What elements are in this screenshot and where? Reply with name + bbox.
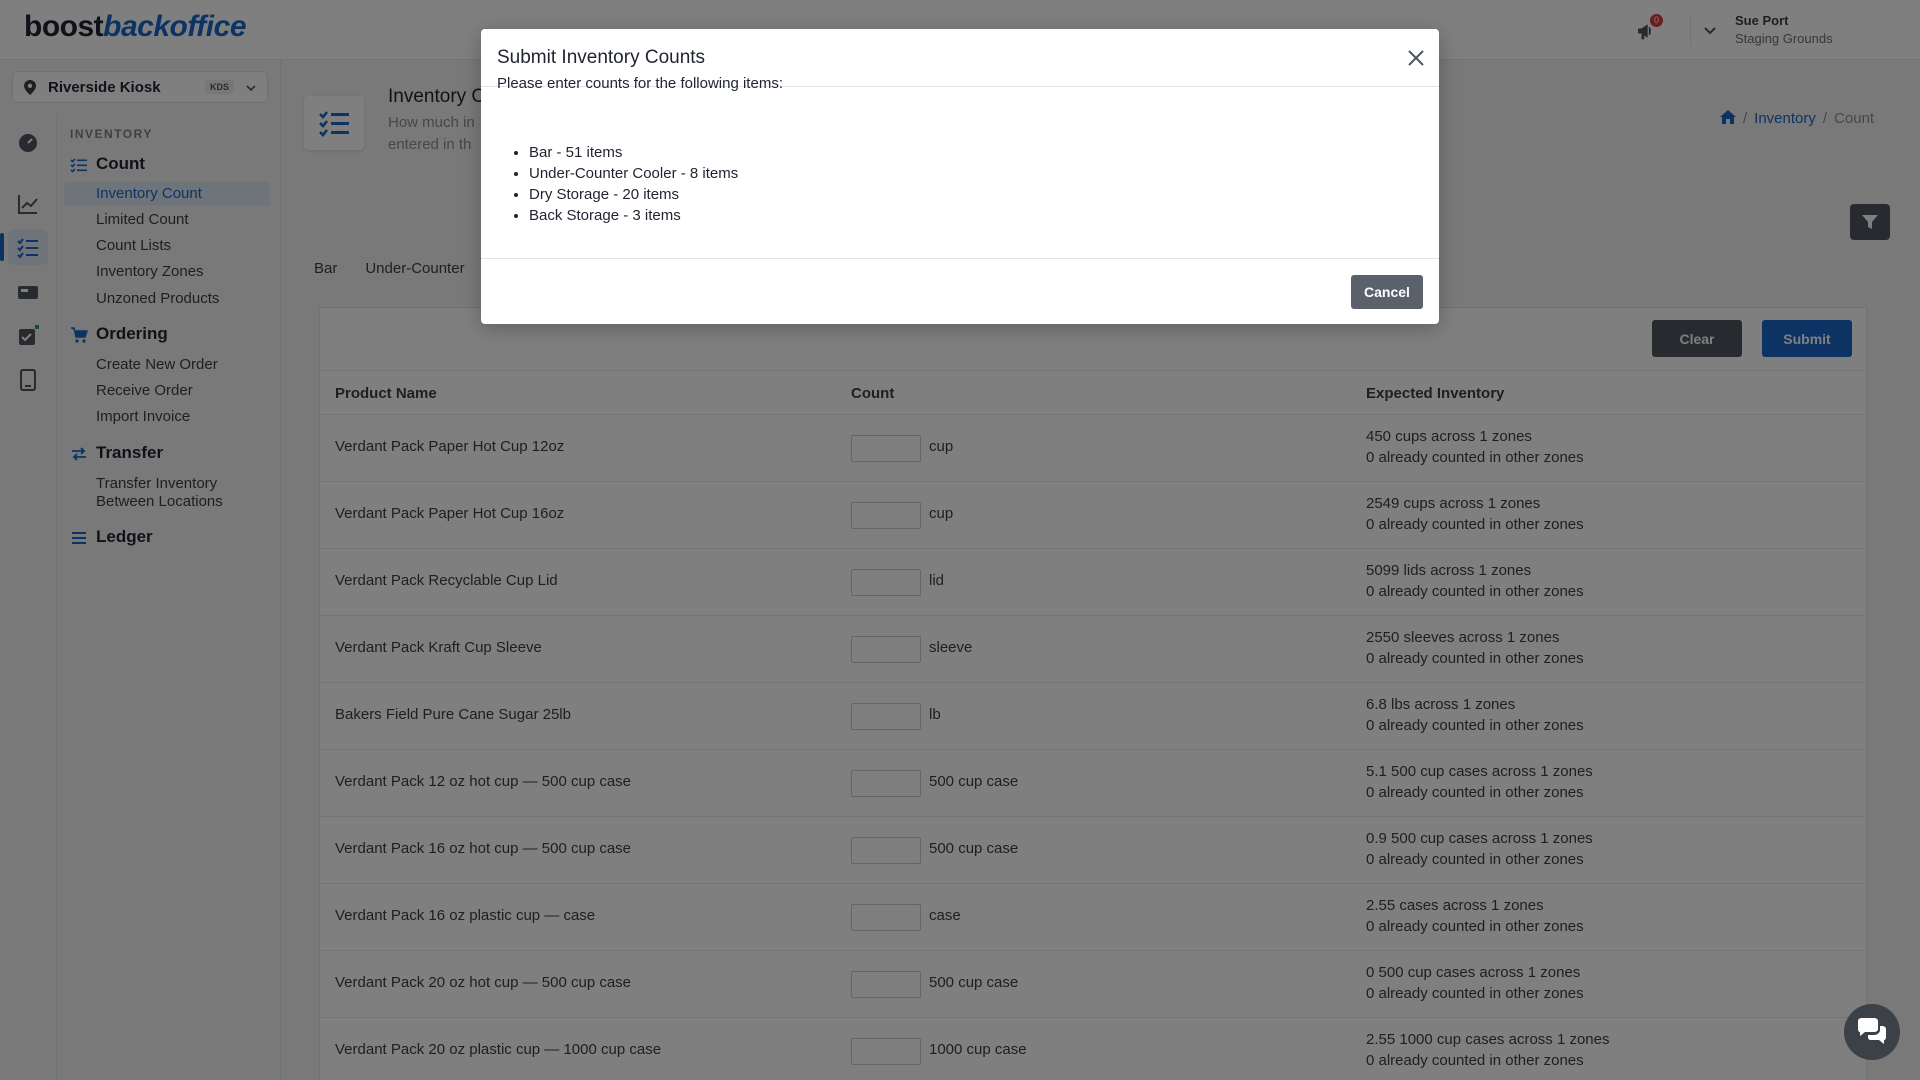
list-item: Dry Storage - 20 items bbox=[529, 184, 738, 205]
modal-intro: Please enter counts for the following it… bbox=[497, 75, 783, 92]
chat-button[interactable] bbox=[1844, 1004, 1900, 1060]
submit-counts-modal: Submit Inventory Counts Please enter cou… bbox=[481, 29, 1439, 324]
chat-bubbles-icon bbox=[1858, 1018, 1886, 1044]
cancel-button[interactable]: Cancel bbox=[1351, 275, 1423, 309]
list-item: Under-Counter Cooler - 8 items bbox=[529, 163, 738, 184]
list-item: Bar - 51 items bbox=[529, 142, 738, 163]
zone-list: Bar - 51 items Under-Counter Cooler - 8 … bbox=[529, 142, 738, 226]
close-icon[interactable] bbox=[1407, 49, 1425, 67]
list-item: Back Storage - 3 items bbox=[529, 205, 738, 226]
modal-title: Submit Inventory Counts bbox=[497, 47, 706, 68]
